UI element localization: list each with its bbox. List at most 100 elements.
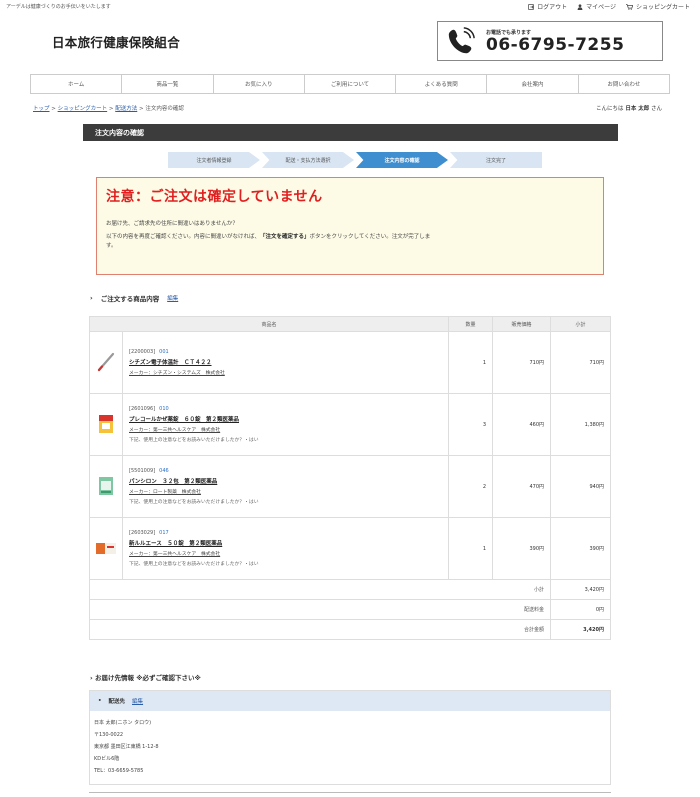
product-maker[interactable]: メーカー：シチズン・システムズ 株式会社 xyxy=(129,369,442,376)
summary-row-subtotal: 小計 3,420円 xyxy=(89,579,611,600)
product-code-value: [5501009] xyxy=(129,468,156,474)
user-name: 日本 太郎 xyxy=(625,106,650,112)
product-name[interactable]: シチズン電子体温計 ＣＴ４２２ xyxy=(129,358,442,366)
page-title: 注文内容の確認 xyxy=(83,124,618,141)
product-qty: 3 xyxy=(448,393,493,456)
breadcrumb: トップ > ショッピングカート > 配送方法 > 注文内容の確認 xyxy=(33,104,184,112)
shipping-address-line: 東京都 墨田区江東橋 1-12-8 xyxy=(94,744,159,750)
medicine-box-icon xyxy=(96,542,116,554)
phone-number[interactable]: 06-6795-7255 xyxy=(486,36,624,54)
shipping-edit-link[interactable]: 編集 xyxy=(132,697,143,705)
product-image xyxy=(89,393,123,456)
product-code-value: [2200003] xyxy=(129,349,156,355)
user-icon xyxy=(577,3,583,10)
nav-home[interactable]: ホーム xyxy=(30,75,123,93)
summary-label: 配送料金 xyxy=(89,599,551,620)
warning-line-3: す。 xyxy=(106,243,117,249)
greeting-suffix: さん xyxy=(650,106,662,112)
product-name[interactable]: 新ルルエース ５０錠 第２類医薬品 xyxy=(129,539,442,547)
step-customer-info: 注文者情報登録 xyxy=(168,152,260,168)
nav-contact[interactable]: お問い合わせ xyxy=(579,75,670,93)
top-links: ログアウト マイページ ショッピングカート xyxy=(528,2,690,11)
product-subtotal: 390円 xyxy=(550,517,611,580)
phone-box: お電話でも承ります 06-6795-7255 xyxy=(437,21,663,61)
product-note: 下記、使用上の注意などをお読みいただけましたか？・はい xyxy=(129,438,259,443)
product-info: [2601096] 010 プレコールかぜ薬錠 ６０錠 第２類医薬品 メーカー：第… xyxy=(122,393,449,456)
shipping-heading: › お届け先情報 ※必ずご確認下さい※ xyxy=(90,672,201,682)
confirm-order-ref: 「注文を確定する」 xyxy=(260,234,310,240)
product-price: 460円 xyxy=(492,393,551,456)
breadcrumb-separator: > xyxy=(49,106,58,112)
shipping-postcode: 〒130-0022 xyxy=(94,732,124,738)
order-heading-label: ご注文する商品内容 xyxy=(100,295,160,303)
shipping-phone: TEL：03-6659-5785 xyxy=(94,768,144,774)
greeting-prefix: こんにちは xyxy=(596,106,624,112)
shipping-name: 日本 太郎(ニホン タロウ) xyxy=(94,720,152,726)
warning-title: 注意：ご注文は確定していません xyxy=(106,189,323,205)
product-subtotal: 1,380円 xyxy=(550,393,611,456)
warning-box: 注意：ご注文は確定していません お届け先、ご請求先の住所に間違いはありませんか？… xyxy=(96,177,604,275)
product-qty: 1 xyxy=(448,517,493,580)
summary-value: 3,420円 xyxy=(550,619,611,640)
step-complete: 注文完了 xyxy=(450,152,542,168)
step-delivery-payment: 配送・支払方法選択 xyxy=(262,152,354,168)
logout-link[interactable]: ログアウト xyxy=(528,2,567,11)
step-confirm: 注文内容の確認 xyxy=(356,152,448,168)
logout-icon xyxy=(528,3,534,10)
table-header-row: 商品名 数量 販売価格 小計 xyxy=(89,316,611,332)
summary-row-shipping: 配送料金 0円 xyxy=(89,599,611,620)
bullet-icon: • xyxy=(98,698,102,704)
summary-value: 0円 xyxy=(550,599,611,620)
shipping-box: • 配送先 編集 日本 太郎(ニホン タロウ) 〒130-0022 東京都 墨田… xyxy=(89,690,611,785)
logout-label: ログアウト xyxy=(537,4,568,11)
product-maker[interactable]: メーカー：ロート製薬 株式会社 xyxy=(129,488,442,495)
product-number: 001 xyxy=(159,349,169,355)
breadcrumb-cart[interactable]: ショッピングカート xyxy=(58,106,108,112)
product-code: [2200003] 001 xyxy=(129,349,442,355)
product-qty: 2 xyxy=(448,455,493,518)
main-nav: ホーム 商品一覧 お気に入り ご利用について よくある質問 会社案内 お問い合わ… xyxy=(30,74,670,94)
shipping-sub-label: 配送先 xyxy=(108,699,126,705)
product-code-value: [2601096] xyxy=(129,406,156,412)
product-maker[interactable]: メーカー：第一三共ヘルスケア 株式会社 xyxy=(129,426,442,433)
cart-link[interactable]: ショッピングカート xyxy=(625,2,690,11)
order-edit-link[interactable]: 編集 xyxy=(167,294,178,302)
summary-label: 小計 xyxy=(89,579,551,600)
cart-icon xyxy=(625,3,633,10)
product-name[interactable]: プレコールかぜ薬錠 ６０錠 第２類医薬品 xyxy=(129,415,442,423)
breadcrumb-delivery[interactable]: 配送方法 xyxy=(115,106,137,112)
product-info: [5501009] 046 パンシロン ３２包 第２類医薬品 メーカー：ロート製薬… xyxy=(122,455,449,518)
product-info: [2603029] 017 新ルルエース ５０錠 第２類医薬品 メーカー：第一三共… xyxy=(122,517,449,580)
product-price: 390円 xyxy=(492,517,551,580)
product-code: [2603029] 017 xyxy=(129,530,442,536)
product-image xyxy=(89,455,123,518)
product-code: [2601096] 010 xyxy=(129,406,442,412)
mypage-link[interactable]: マイページ xyxy=(577,2,616,11)
product-note: 下記、使用上の注意などをお読みいただけましたか？・はい xyxy=(129,562,259,567)
product-number: 010 xyxy=(159,406,169,412)
shipping-subheader: • 配送先 編集 xyxy=(90,691,610,711)
shipping-address: 日本 太郎(ニホン タロウ) 〒130-0022 東京都 墨田区江東橋 1-12… xyxy=(90,711,610,783)
product-price: 470円 xyxy=(492,455,551,518)
nav-products[interactable]: 商品一覧 xyxy=(122,75,214,93)
product-maker[interactable]: メーカー：第一三共ヘルスケア 株式会社 xyxy=(129,550,442,557)
nav-company[interactable]: 会社案内 xyxy=(487,75,579,93)
product-number: 017 xyxy=(159,530,169,536)
product-subtotal: 940円 xyxy=(550,455,611,518)
site-tagline: アーデルは健康づくりのお手伝いをいたします xyxy=(6,4,111,10)
col-qty: 数量 xyxy=(448,316,493,332)
breadcrumb-top[interactable]: トップ xyxy=(33,106,50,112)
nav-faq[interactable]: よくある質問 xyxy=(396,75,488,93)
nav-favorites[interactable]: お気に入り xyxy=(214,75,305,93)
site-title[interactable]: 日本旅行健康保険組合 xyxy=(52,32,180,51)
warning-line-2: 以下の内容を再度ご確認ください。内容に間違いがなければ、「注文を確定する」ボタン… xyxy=(106,233,594,242)
product-info: [2200003] 001 シチズン電子体温計 ＣＴ４２２ メーカー：シチズン・シ… xyxy=(122,331,449,394)
summary-row-total: 合計金額 3,420円 xyxy=(89,619,611,640)
nav-usage[interactable]: ご利用について xyxy=(305,75,397,93)
product-name[interactable]: パンシロン ３２包 第２類医薬品 xyxy=(129,477,442,485)
product-image xyxy=(89,517,123,580)
product-note: 下記、使用上の注意などをお読みいただけましたか？・はい xyxy=(129,500,259,505)
thermometer-icon xyxy=(97,352,115,371)
mypage-label: マイページ xyxy=(586,4,616,11)
medicine-box-icon xyxy=(99,476,113,495)
